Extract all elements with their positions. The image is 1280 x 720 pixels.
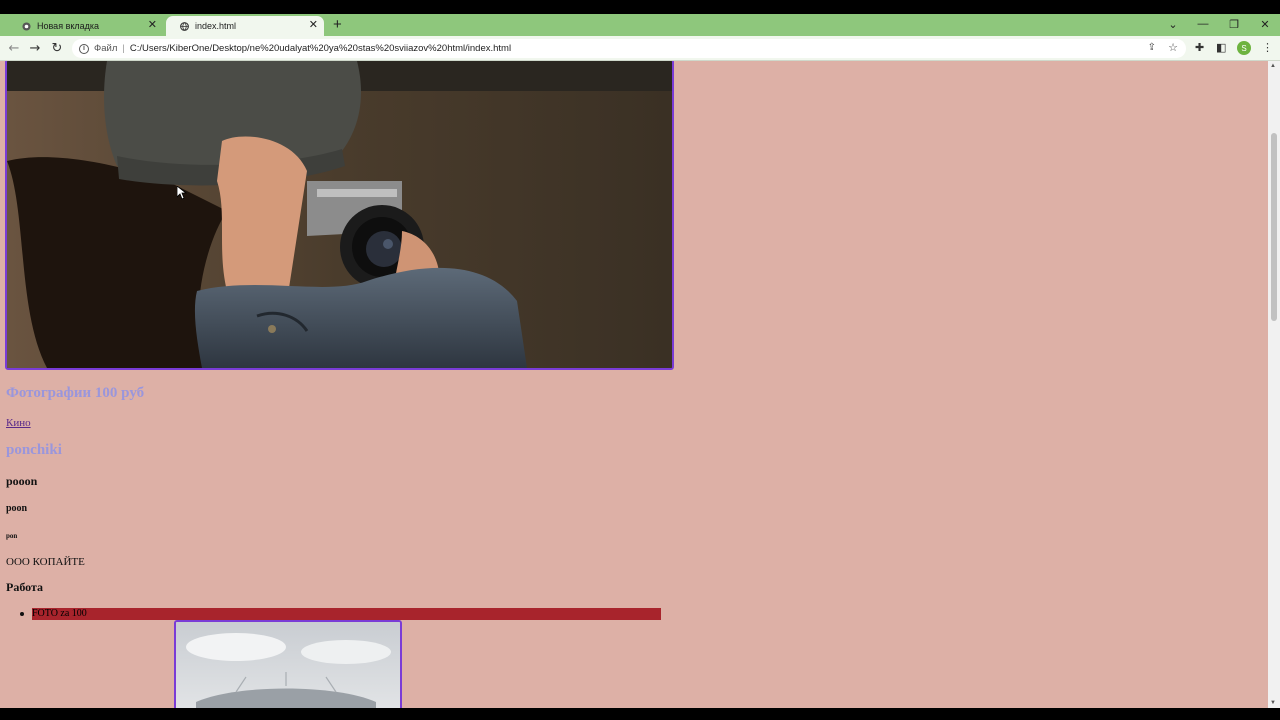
screen-top-edge xyxy=(0,0,1280,14)
back-arrow-icon[interactable]: ← xyxy=(6,40,22,56)
scroll-down-icon[interactable]: ▼ xyxy=(1270,700,1276,706)
tab-new-tab[interactable]: Новая вкладка ✕ xyxy=(8,16,163,36)
tab-label: Новая вкладка xyxy=(37,21,100,31)
chrome-icon xyxy=(22,21,31,31)
close-tab-icon[interactable]: ✕ xyxy=(148,18,157,31)
mouse-cursor-icon xyxy=(177,186,187,200)
page-scrollbar[interactable]: ▲ ▼ xyxy=(1268,61,1280,708)
heading-rabota: Работа xyxy=(6,580,44,594)
restore-icon[interactable]: ❐ xyxy=(1224,15,1244,33)
tab-index-html[interactable]: index.html ✕ xyxy=(166,16,324,36)
list-bullet xyxy=(20,612,24,616)
scheme-label: Файл xyxy=(94,43,118,54)
browser-toolbar: ← → ↻ i Файл | C:/Users/KiberOne/Desktop… xyxy=(0,36,1280,61)
paragraph-company: ООО КОПАЙТЕ xyxy=(6,556,85,568)
heading-pooon: pooon xyxy=(6,474,38,488)
profile-avatar[interactable]: S xyxy=(1237,41,1251,55)
info-icon[interactable]: i xyxy=(79,43,89,54)
new-tab-button[interactable]: + xyxy=(333,16,342,34)
globe-icon xyxy=(180,21,189,31)
reload-icon[interactable]: ↻ xyxy=(49,40,65,56)
menu-kebab-icon[interactable]: ⋮ xyxy=(1262,41,1273,54)
hero-photo xyxy=(5,61,674,370)
extensions-puzzle-icon[interactable]: ✚ xyxy=(1195,41,1204,54)
address-bar[interactable]: i Файл | C:/Users/KiberOne/Desktop/ne%20… xyxy=(72,39,1186,58)
list-item: FOTO za 100 xyxy=(32,608,661,620)
page-viewport: Фотографии 100 руб Кино ponchiki pooon p… xyxy=(0,61,1268,708)
forward-arrow-icon[interactable]: → xyxy=(27,40,43,56)
link-kino[interactable]: Кино xyxy=(6,417,31,429)
bookmark-star-icon[interactable]: ☆ xyxy=(1168,41,1178,54)
heading-ponchiki[interactable]: ponchiki xyxy=(6,442,62,459)
share-icon[interactable]: ⇪ xyxy=(1148,42,1156,53)
close-tab-icon[interactable]: ✕ xyxy=(309,18,318,31)
heading-photo-price[interactable]: Фотографии 100 руб xyxy=(6,385,144,402)
tab-strip: Новая вкладка ✕ index.html ✕ xyxy=(0,14,1280,36)
tab-search-chevron-icon[interactable]: ⌄ xyxy=(1163,15,1183,33)
side-panel-icon[interactable]: ◧ xyxy=(1216,41,1226,54)
address-separator: | xyxy=(122,43,125,54)
url-text[interactable]: C:/Users/KiberOne/Desktop/ne%20udalyat%2… xyxy=(130,43,511,54)
heading-pon: pon xyxy=(6,532,18,540)
tab-label: index.html xyxy=(195,21,237,31)
close-window-icon[interactable]: ✕ xyxy=(1255,15,1275,33)
scroll-up-icon[interactable]: ▲ xyxy=(1270,63,1276,69)
scrollbar-thumb[interactable] xyxy=(1271,133,1277,321)
heading-poon: poon xyxy=(6,503,28,514)
minimize-icon[interactable]: — xyxy=(1193,15,1213,33)
stadium-photo xyxy=(174,620,402,708)
screen-bottom-edge xyxy=(0,708,1280,720)
